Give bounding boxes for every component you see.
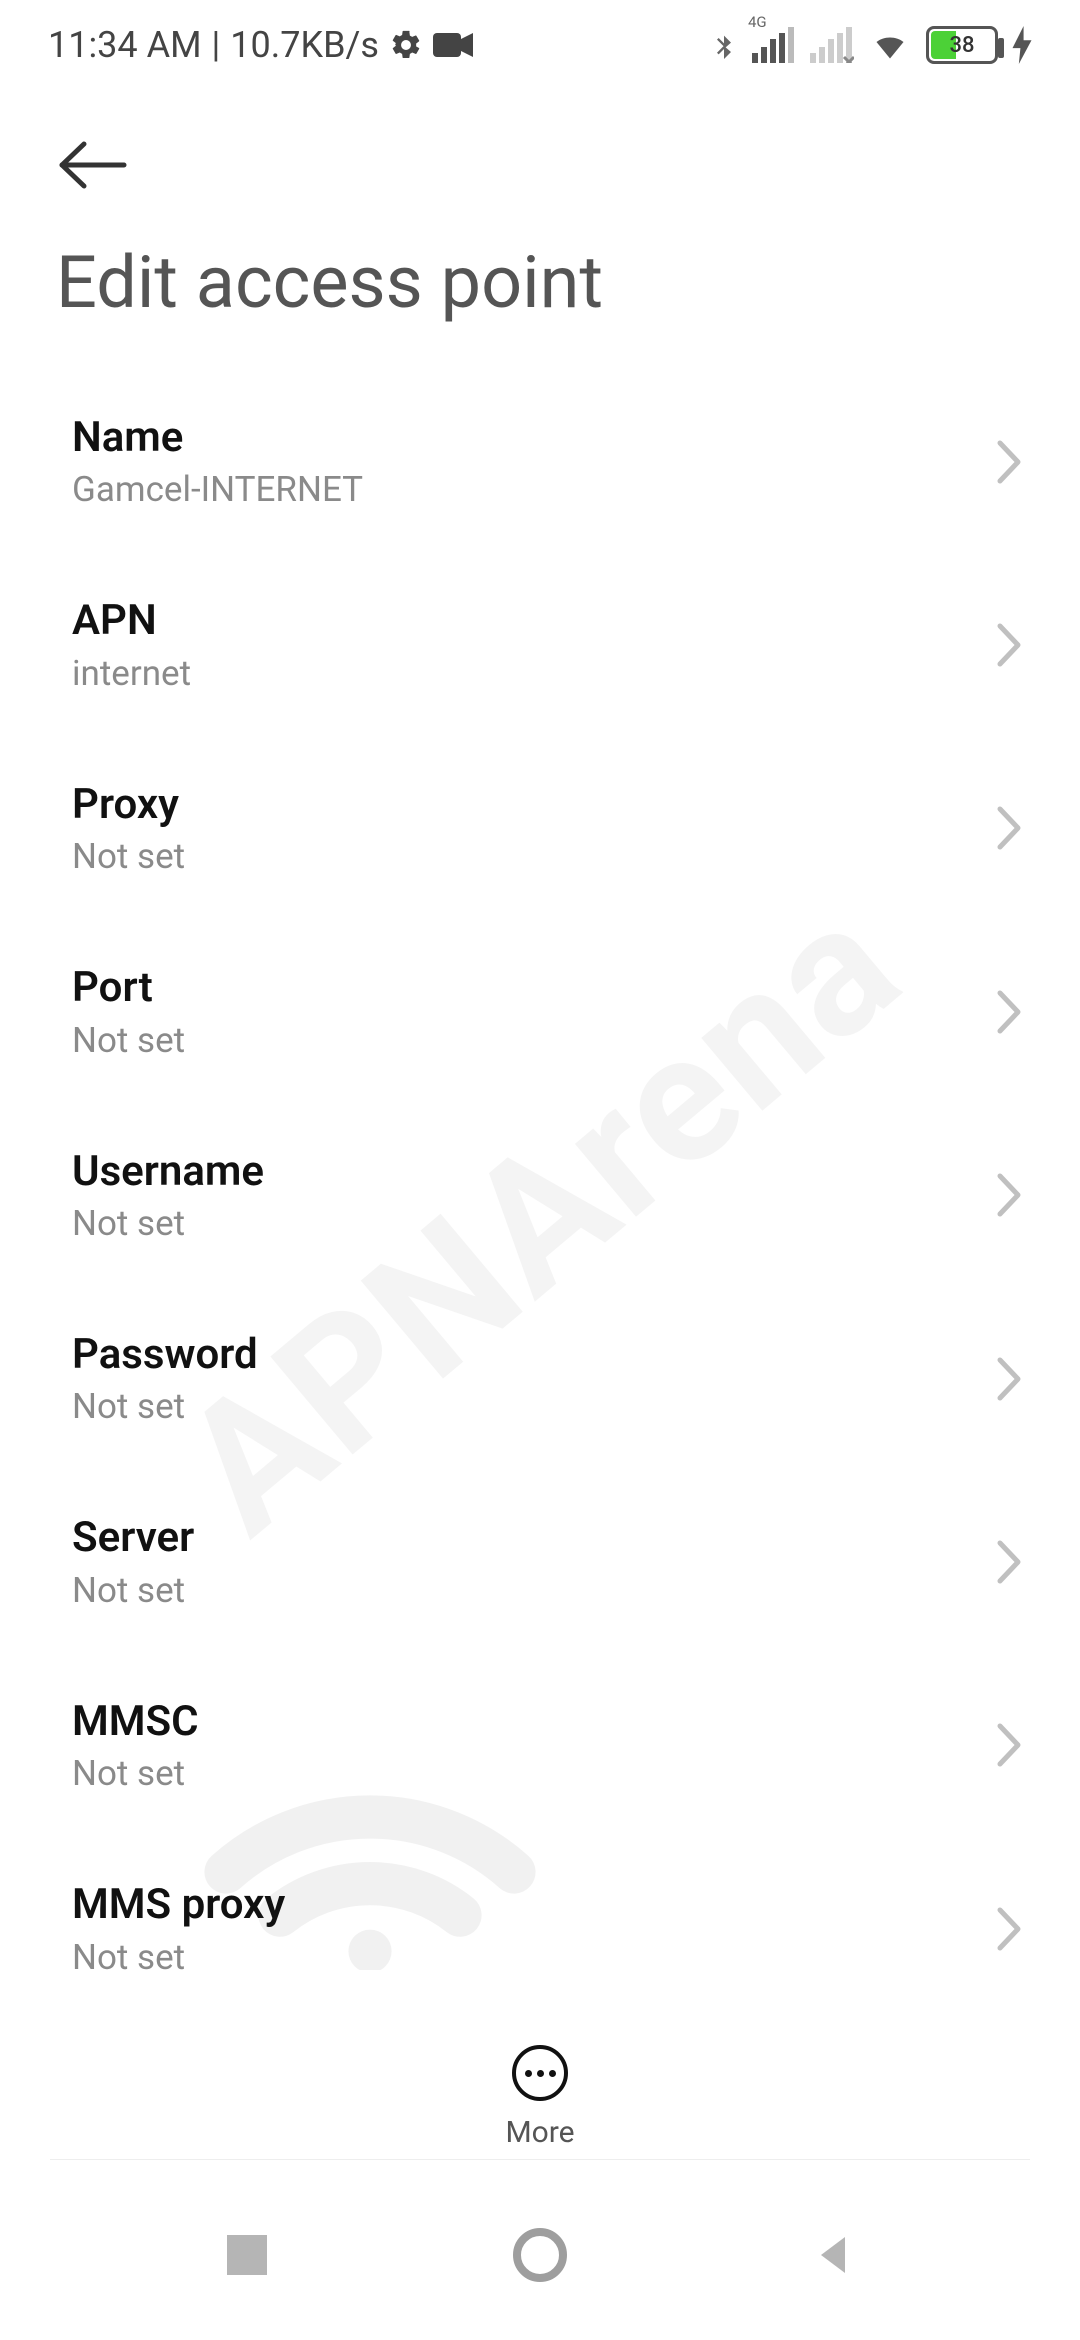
chevron-right-icon	[994, 439, 1024, 485]
settings-list-viewport: Name Gamcel-INTERNET APN internet Proxy Not s…	[0, 340, 1080, 1970]
setting-label: Proxy	[72, 780, 994, 830]
setting-value: Not set	[72, 1203, 994, 1244]
setting-row-name[interactable]: Name Gamcel-INTERNET	[0, 370, 1080, 553]
square-icon	[227, 2235, 267, 2275]
back-arrow-icon	[56, 140, 1024, 190]
gear-icon	[389, 28, 423, 62]
chevron-right-icon	[994, 805, 1024, 851]
setting-row-text: MMSC Not set	[72, 1697, 994, 1794]
status-time: 11:34 AM	[48, 24, 202, 66]
setting-row-text: Proxy Not set	[72, 780, 994, 877]
setting-row-port[interactable]: Port Not set	[0, 920, 1080, 1103]
nav-back-button[interactable]	[803, 2225, 863, 2285]
setting-label: MMSC	[72, 1697, 994, 1747]
setting-row-proxy[interactable]: Proxy Not set	[0, 737, 1080, 920]
wifi-icon	[868, 27, 912, 63]
back-button[interactable]	[0, 90, 1080, 200]
setting-value: Not set	[72, 1937, 994, 1970]
setting-row-text: Username Not set	[72, 1147, 994, 1244]
status-right: 4G 38	[710, 25, 1032, 65]
setting-value: Gamcel-INTERNET	[72, 469, 994, 510]
setting-label: APN	[72, 596, 994, 646]
setting-row-mmsc[interactable]: MMSC Not set	[0, 1654, 1080, 1837]
status-sep: |	[212, 24, 221, 66]
setting-label: Username	[72, 1147, 994, 1197]
setting-value: Not set	[72, 836, 994, 877]
setting-value: Not set	[72, 1753, 994, 1794]
chevron-right-icon	[994, 1906, 1024, 1952]
circle-icon	[513, 2228, 567, 2282]
status-bar: 11:34 AM | 10.7KB/s 4G 38	[0, 0, 1080, 90]
bluetooth-icon	[710, 25, 738, 65]
setting-row-mms-proxy[interactable]: MMS proxy Not set	[0, 1837, 1080, 1970]
more-label: More	[505, 2115, 574, 2150]
chevron-right-icon	[994, 1172, 1024, 1218]
setting-value: Not set	[72, 1020, 994, 1061]
dot-icon	[537, 2070, 544, 2077]
dot-icon	[525, 2070, 532, 2077]
bottom-toolbar: More	[0, 1970, 1080, 2150]
setting-row-text: Port Not set	[72, 963, 994, 1060]
setting-row-text: MMS proxy Not set	[72, 1880, 994, 1970]
dot-icon	[549, 2070, 556, 2077]
settings-list: Name Gamcel-INTERNET APN internet Proxy Not s…	[0, 340, 1080, 1970]
divider	[50, 2159, 1030, 2160]
status-left: 11:34 AM | 10.7KB/s	[48, 24, 473, 66]
nav-recents-button[interactable]	[217, 2225, 277, 2285]
more-button[interactable]	[512, 2045, 568, 2101]
status-net-speed: 10.7KB/s	[230, 24, 379, 66]
setting-label: Name	[72, 413, 994, 463]
chevron-right-icon	[994, 989, 1024, 1035]
setting-label: MMS proxy	[72, 1880, 994, 1930]
chevron-right-icon	[994, 1722, 1024, 1768]
nav-home-button[interactable]	[510, 2225, 570, 2285]
signal-4g-icon: 4G	[752, 27, 796, 63]
charging-icon	[1012, 26, 1032, 64]
setting-label: Server	[72, 1513, 994, 1563]
signal-nosim-icon	[810, 27, 854, 63]
battery-pct: 38	[929, 33, 995, 58]
setting-row-text: APN internet	[72, 596, 994, 693]
setting-value: internet	[72, 653, 994, 694]
setting-label: Password	[72, 1330, 994, 1380]
triangle-icon	[811, 2233, 855, 2277]
setting-row-text: Password Not set	[72, 1330, 994, 1427]
setting-label: Port	[72, 963, 994, 1013]
signal-4g-label: 4G	[748, 13, 767, 31]
navigation-bar	[0, 2170, 1080, 2340]
chevron-right-icon	[994, 622, 1024, 668]
setting-row-password[interactable]: Password Not set	[0, 1287, 1080, 1470]
camera-icon	[433, 31, 473, 59]
page-title: Edit access point	[0, 200, 1080, 355]
setting-row-username[interactable]: Username Not set	[0, 1104, 1080, 1287]
battery-indicator: 38	[926, 26, 998, 64]
setting-row-text: Server Not set	[72, 1513, 994, 1610]
setting-value: Not set	[72, 1386, 994, 1427]
setting-value: Not set	[72, 1570, 994, 1611]
chevron-right-icon	[994, 1356, 1024, 1402]
chevron-right-icon	[994, 1539, 1024, 1585]
setting-row-server[interactable]: Server Not set	[0, 1470, 1080, 1653]
setting-row-text: Name Gamcel-INTERNET	[72, 413, 994, 510]
setting-row-apn[interactable]: APN internet	[0, 553, 1080, 736]
